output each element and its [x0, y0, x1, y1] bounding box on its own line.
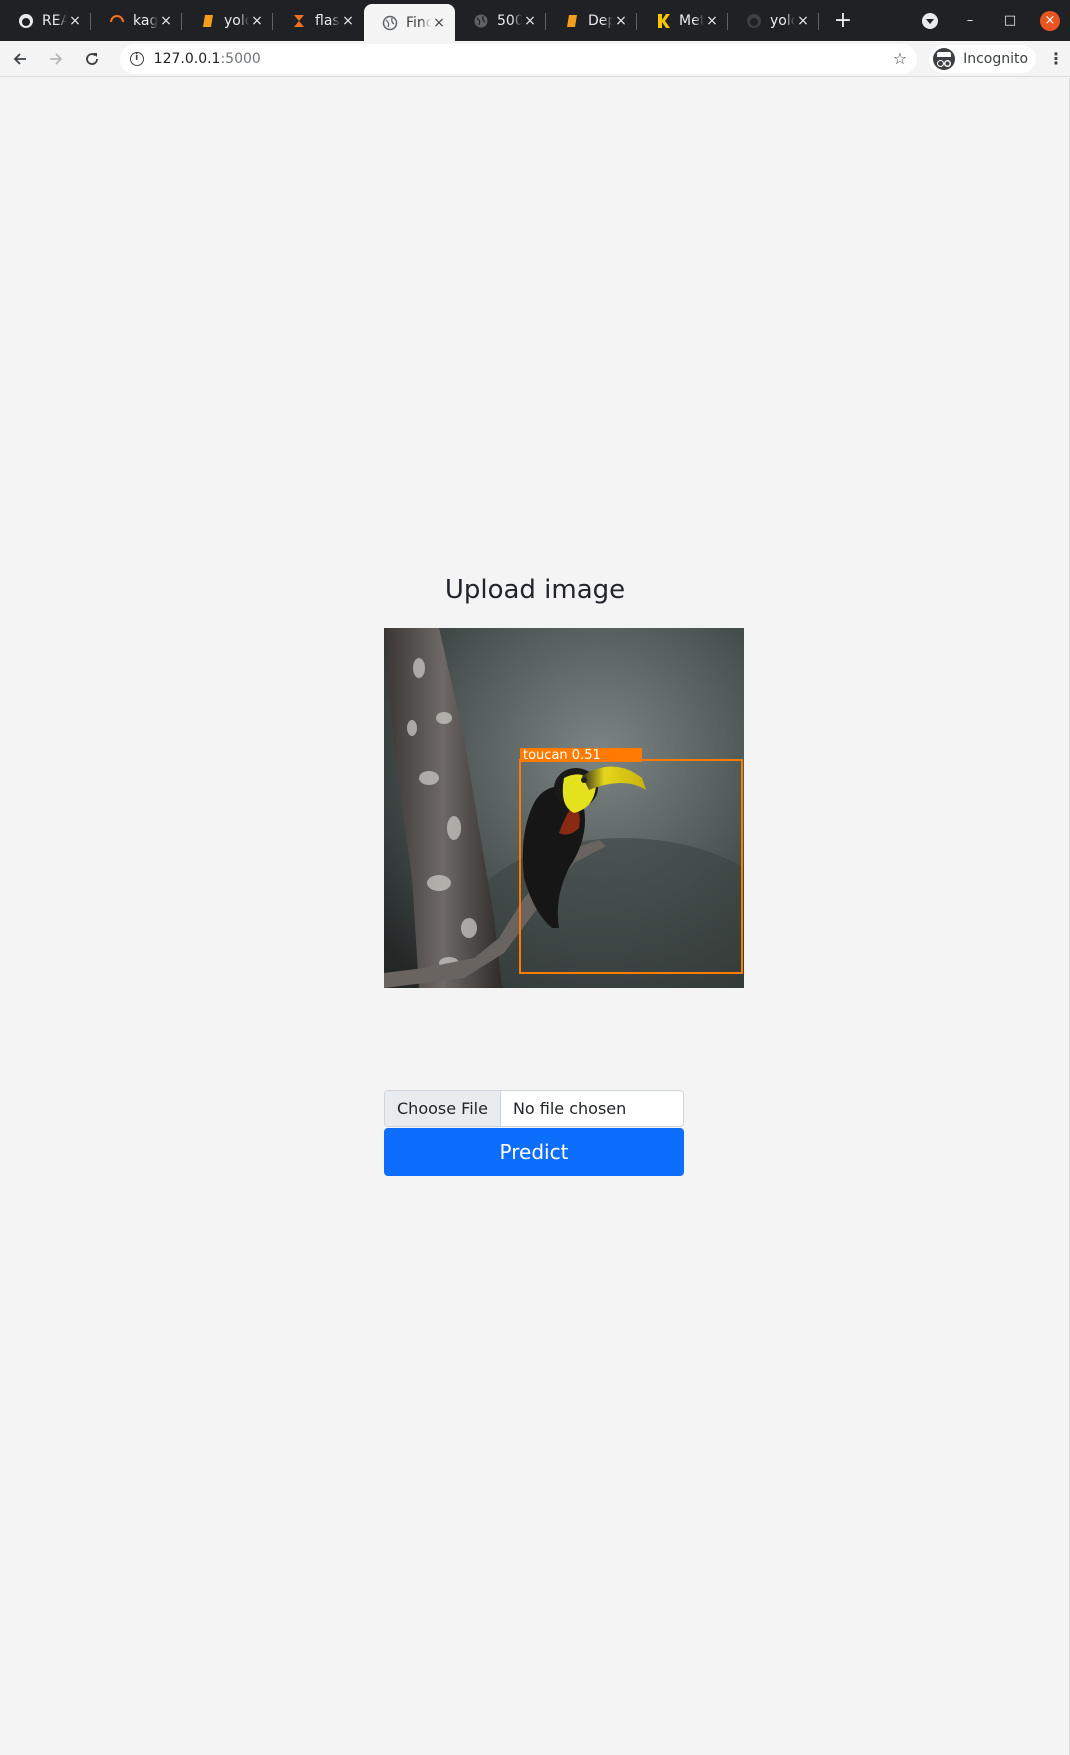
tab-flask[interactable]: flask × [273, 0, 364, 41]
tab-close-icon[interactable]: × [67, 13, 83, 29]
tab-search-button[interactable] [910, 0, 950, 41]
window-controls: – □ × [910, 0, 1070, 41]
incognito-indicator[interactable]: Incognito [929, 44, 1037, 73]
tab-met[interactable]: Met × [637, 0, 728, 41]
upload-form: Choose File No file chosen Predict [384, 1090, 684, 1176]
incognito-label: Incognito [963, 50, 1029, 67]
globe-icon [473, 13, 489, 29]
browser-toolbar: i 127.0.0.1 :5000 ☆ Incognito ⋮ [0, 41, 1070, 77]
close-icon: × [1040, 10, 1060, 31]
k-logo-icon [655, 13, 671, 29]
new-tab-button[interactable]: + [825, 0, 861, 41]
address-bar[interactable]: i 127.0.0.1 :5000 ☆ [119, 43, 918, 74]
page-title: Upload image [444, 575, 626, 605]
browser-menu-button[interactable]: ⋮ [1042, 43, 1070, 75]
tab-title: yolov5 [224, 12, 249, 29]
toucan-photo: toucan 0.51 [384, 628, 744, 988]
forward-arrow-icon [49, 52, 63, 65]
tab-title: kaggle [133, 12, 158, 29]
globe-icon [382, 15, 398, 31]
close-window-button[interactable]: × [1030, 0, 1070, 41]
back-arrow-icon [13, 52, 26, 65]
incognito-icon [933, 47, 956, 70]
tab-title: Deploy [588, 12, 613, 29]
notebook-icon [564, 13, 580, 29]
tab-yolov5[interactable]: yolov5 × [182, 0, 273, 41]
hourglass-icon [291, 13, 307, 29]
url-host: 127.0.0.1 [153, 50, 221, 67]
minimize-button[interactable]: – [950, 0, 990, 41]
maximize-button[interactable]: □ [990, 0, 1030, 41]
tab-close-icon[interactable]: × [522, 13, 538, 29]
tab-kaggle[interactable]: kaggle × [91, 0, 182, 41]
predict-button[interactable]: Predict [384, 1128, 684, 1176]
tab-close-icon[interactable]: × [613, 13, 629, 29]
choose-file-button[interactable]: Choose File [385, 1091, 501, 1126]
tab-500[interactable]: 500 × [455, 0, 546, 41]
tab-close-icon[interactable]: × [431, 15, 447, 31]
site-info-icon[interactable]: i [129, 51, 144, 66]
tab-title: flask [315, 12, 340, 29]
tab-title: 500 [497, 12, 522, 29]
kaggle-ring-icon [109, 13, 125, 29]
bookmark-star-icon[interactable]: ☆ [893, 49, 907, 68]
detection-result-image: toucan 0.51 [384, 628, 744, 988]
tab-list: README × kaggle × yolov5 × flask × [0, 0, 819, 41]
tab-close-icon[interactable]: × [340, 13, 356, 29]
tab-find-active[interactable]: Find × [364, 4, 455, 41]
page-body: Upload image toucan 0.51 Choose File No … [0, 78, 1070, 1755]
tab-search-icon [922, 12, 938, 29]
tab-close-icon[interactable]: × [249, 13, 265, 29]
tab-title: Met [679, 12, 704, 29]
tab-readme[interactable]: README × [0, 0, 91, 41]
tab-close-icon[interactable]: × [158, 13, 174, 29]
tab-strip: README × kaggle × yolov5 × flask × [0, 0, 1070, 41]
tab-close-icon[interactable]: × [704, 13, 720, 29]
reload-button[interactable] [76, 43, 108, 75]
file-status: No file chosen [512, 1099, 627, 1118]
github-icon [18, 13, 34, 29]
detection-label: toucan 0.51 [523, 748, 601, 763]
tab-title: Find [406, 14, 431, 31]
tab-title: yolo [770, 12, 795, 29]
notebook-icon [200, 13, 216, 29]
tab-deploy[interactable]: Deploy × [546, 0, 637, 41]
file-input[interactable]: Choose File No file chosen [384, 1090, 684, 1127]
back-button[interactable] [4, 43, 36, 75]
tab-close-icon[interactable]: × [795, 13, 811, 29]
url-path: :5000 [220, 50, 261, 67]
tab-yolo[interactable]: yolo × [728, 0, 819, 41]
tab-title: README [42, 12, 67, 29]
github-icon [746, 13, 762, 29]
forward-button[interactable] [40, 43, 72, 75]
reload-icon [85, 52, 98, 65]
